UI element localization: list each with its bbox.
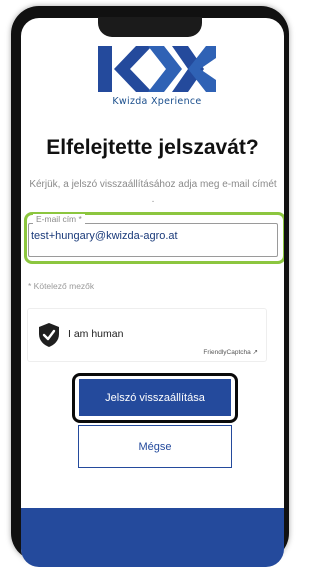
footer-band [21, 508, 284, 567]
captcha-widget[interactable]: I am human FriendlyCaptcha ↗ [27, 308, 267, 362]
phone-screen: Kwizda Xperience Elfelejtette jelszavát?… [21, 18, 284, 567]
email-field-label: E-mail cím * [33, 214, 85, 224]
page: Kwizda Xperience Elfelejtette jelszavát?… [0, 0, 289, 567]
reset-password-button[interactable]: Jelszó visszaállítása [79, 379, 231, 416]
email-field-value[interactable]: test+hungary@kwizda-agro.at [31, 230, 271, 242]
captcha-brand-link[interactable]: FriendlyCaptcha ↗ [203, 348, 258, 356]
page-title: Elfelejtette jelszavát? [46, 136, 259, 159]
required-fields-note: * Kötelező mezők [28, 281, 95, 291]
page-subtitle: Kérjük, a jelszó visszaállításához adja … [29, 179, 277, 205]
logo-text: Kwizda Xperience [112, 96, 202, 107]
kx-logo-icon [98, 46, 216, 92]
captcha-label: I am human [68, 328, 124, 340]
shield-check-icon [39, 323, 59, 347]
phone-notch [98, 17, 202, 37]
cancel-button[interactable]: Mégse [78, 425, 232, 468]
kwizda-logo: Kwizda Xperience [96, 44, 218, 114]
